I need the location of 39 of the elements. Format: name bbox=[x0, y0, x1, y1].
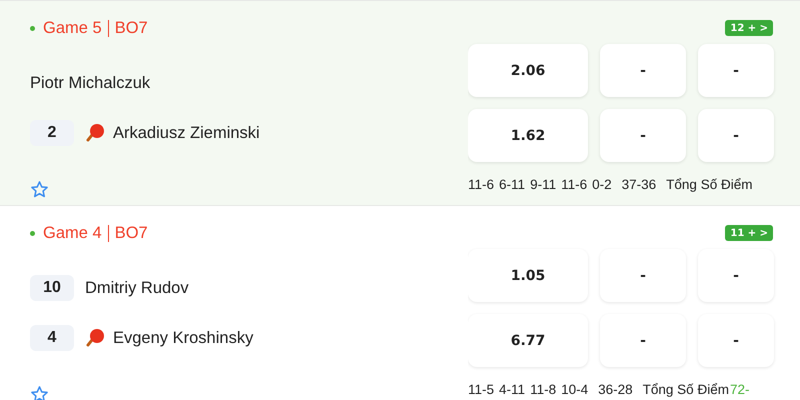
odds-button[interactable]: - bbox=[698, 44, 774, 97]
set-score: 9-11 bbox=[530, 176, 556, 192]
odds-button[interactable]: - bbox=[698, 109, 774, 162]
set-score: 0-2 bbox=[592, 176, 612, 192]
odds-button[interactable]: - bbox=[600, 109, 686, 162]
game-label: Game 5 bbox=[43, 18, 102, 38]
total-score: 37-36 bbox=[622, 176, 656, 192]
score-badge: 2 bbox=[30, 120, 74, 146]
total-points-label: Tổng Số Điểm bbox=[642, 382, 729, 396]
score-badge: 4 bbox=[30, 325, 74, 351]
total-points: 72- bbox=[730, 382, 750, 396]
star-icon[interactable] bbox=[30, 180, 49, 199]
odds-button[interactable]: - bbox=[600, 249, 686, 302]
set-score: 10-4 bbox=[561, 382, 588, 396]
player-name: Evgeny Kroshinsky bbox=[113, 328, 254, 348]
odds-button[interactable]: 2.06 bbox=[468, 44, 588, 97]
odds-button[interactable]: - bbox=[600, 314, 686, 367]
star-icon[interactable] bbox=[30, 385, 49, 400]
odds-button[interactable]: 1.62 bbox=[468, 109, 588, 162]
set-score: 11-6 bbox=[468, 176, 494, 192]
total-score: 36-28 bbox=[598, 382, 633, 396]
odds-button[interactable]: - bbox=[600, 44, 686, 97]
set-score: 11-6 bbox=[561, 176, 588, 192]
set-score: 4-11 bbox=[499, 382, 526, 396]
set-score: 11-5 bbox=[468, 382, 494, 396]
player-name: Dmitriy Rudov bbox=[85, 278, 189, 298]
set-score: 11-8 bbox=[530, 382, 556, 396]
score-badge: 10 bbox=[30, 275, 74, 301]
total-points-label: Tổng Số Điểm bbox=[666, 176, 752, 192]
game-label: Game 4 bbox=[43, 224, 102, 242]
odds-button[interactable]: - bbox=[698, 249, 774, 302]
player-name: Piotr Michalczuk bbox=[30, 74, 150, 92]
odds-button[interactable]: 6.77 bbox=[468, 314, 588, 367]
series-label: BO7 bbox=[114, 18, 148, 38]
odds-button[interactable]: - bbox=[698, 314, 774, 367]
odds-button[interactable]: 1.05 bbox=[468, 249, 588, 302]
set-score: 6-11 bbox=[499, 176, 526, 192]
series-label: BO7 bbox=[114, 224, 148, 242]
player-name: Arkadiusz Zieminski bbox=[113, 124, 260, 142]
